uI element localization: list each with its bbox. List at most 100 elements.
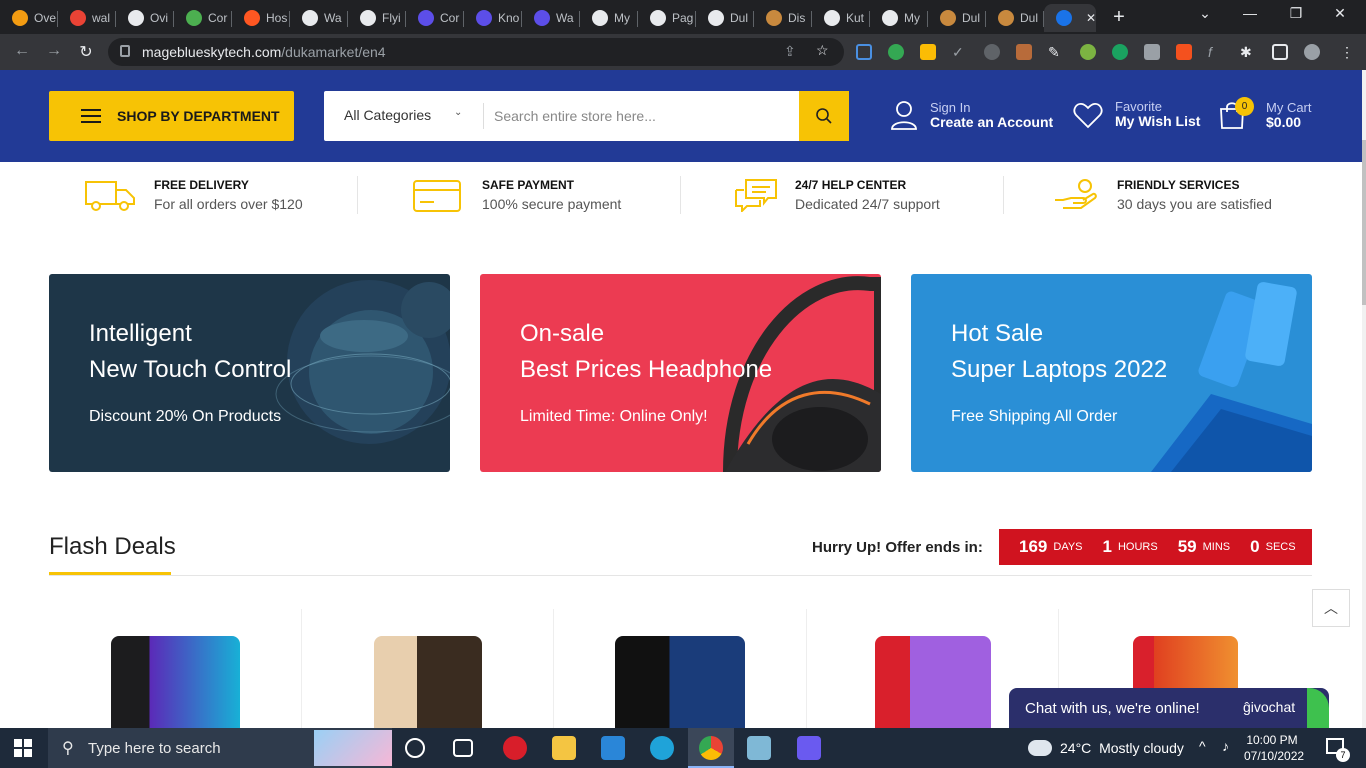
extension-a-icon[interactable]: [1144, 44, 1160, 60]
browser-tab[interactable]: Dul: [696, 4, 754, 32]
close-window-icon[interactable]: ✕: [1330, 5, 1350, 22]
share-icon[interactable]: ⇪: [784, 43, 796, 60]
product-image[interactable]: [615, 636, 745, 728]
banner-headphone[interactable]: On-sale Best Prices Headphone Limited Ti…: [480, 274, 881, 472]
mail-icon[interactable]: [601, 736, 625, 760]
shop-by-department-button[interactable]: SHOP BY DEPARTMENT: [49, 91, 294, 141]
hand-coin-icon: [1055, 179, 1097, 209]
search-button[interactable]: [799, 91, 849, 141]
minimize-icon[interactable]: —: [1240, 5, 1260, 21]
browser-tab-active[interactable]: ✕: [1044, 4, 1096, 32]
banner-touch-control[interactable]: Intelligent New Touch Control Discount 2…: [49, 274, 450, 472]
restore-icon[interactable]: ❐: [1286, 5, 1306, 22]
extension-toggle-icon[interactable]: [888, 44, 904, 60]
category-select[interactable]: All Categories: [344, 107, 431, 123]
temperature: 24°C: [1060, 740, 1092, 756]
wish-list-link[interactable]: Favorite My Wish List: [1073, 100, 1200, 129]
opera-icon[interactable]: [503, 736, 527, 760]
countdown-hours: 1: [1102, 537, 1112, 556]
extension-edit-icon[interactable]: [856, 44, 872, 60]
cortana-icon[interactable]: [405, 738, 425, 758]
tab-label: wal: [92, 11, 111, 25]
extensions-puzzle-icon[interactable]: ✱: [1240, 44, 1256, 60]
vpn-icon[interactable]: [797, 736, 821, 760]
sign-in-link[interactable]: Sign In Create an Account: [890, 100, 1053, 130]
scroll-to-top-button[interactable]: ︿: [1312, 589, 1350, 627]
extension-bike-icon[interactable]: [1080, 44, 1096, 60]
extension-function-icon[interactable]: f: [1208, 44, 1224, 60]
browser-tab[interactable]: Ove: [0, 4, 58, 32]
profile-avatar-icon[interactable]: [1304, 44, 1320, 60]
truck-icon: [85, 181, 135, 211]
time: 10:00 PM: [1246, 733, 1298, 747]
divider: [806, 609, 807, 729]
browser-tab[interactable]: Hos: [232, 4, 290, 32]
cart-count-badge: 0: [1235, 97, 1254, 116]
search-input[interactable]: [494, 101, 794, 131]
browser-tab[interactable]: Wa: [290, 4, 348, 32]
cart-total: $0.00: [1266, 113, 1302, 130]
address-bar[interactable]: mageblueskytech.com/dukamarket/en4 ⇪ ☆: [108, 38, 844, 66]
live-chat-widget[interactable]: Chat with us, we're online! ĝivochat: [1009, 688, 1329, 728]
weather-widget[interactable]: 24°C Mostly cloudy: [1028, 728, 1184, 768]
back-arrow-icon[interactable]: ←: [12, 42, 32, 60]
tab-label: My: [904, 11, 920, 25]
browser-tab[interactable]: My: [580, 4, 638, 32]
close-tab-icon[interactable]: ✕: [1086, 11, 1096, 25]
browser-tab[interactable]: Kno: [464, 4, 522, 32]
file-explorer-icon[interactable]: [552, 736, 576, 760]
product-image[interactable]: [875, 636, 991, 728]
scrollbar-thumb[interactable]: [1362, 140, 1366, 305]
task-view-icon[interactable]: [453, 739, 473, 757]
browser-tab[interactable]: Ovi: [116, 4, 174, 32]
extension-mouse-icon[interactable]: [984, 44, 1000, 60]
service-title: SAFE PAYMENT: [482, 178, 575, 192]
browser-tab[interactable]: Wa: [522, 4, 580, 32]
product-image[interactable]: [111, 636, 240, 728]
service-desc: 100% secure payment: [482, 196, 622, 212]
chevron-down-icon[interactable]: ⌄: [454, 107, 462, 118]
side-panel-icon[interactable]: [1272, 44, 1288, 60]
browser-tab[interactable]: Dul: [928, 4, 986, 32]
extension-pen-icon[interactable]: ✎: [1048, 44, 1064, 60]
tray-chevron-icon[interactable]: ^: [1199, 738, 1206, 754]
browser-menu-icon[interactable]: ⋮: [1340, 44, 1356, 60]
browser-tab[interactable]: wal: [58, 4, 116, 32]
tab-favicon-icon: [302, 10, 318, 26]
banner-line1: Intelligent: [89, 320, 192, 347]
page-scrollbar[interactable]: [1362, 70, 1366, 728]
browser-tab[interactable]: Pag: [638, 4, 696, 32]
service-title: 24/7 HELP CENTER: [795, 178, 907, 192]
taskbar-search-box[interactable]: ⚲ Type here to search: [48, 728, 392, 768]
extension-k-icon[interactable]: [1112, 44, 1128, 60]
clock[interactable]: 10:00 PM 07/10/2022: [1244, 732, 1304, 764]
extension-check-icon[interactable]: ✓: [952, 44, 968, 60]
speaker-volume-icon[interactable]: ♪: [1222, 738, 1229, 754]
cart-link[interactable]: My Cart $0.00: [1218, 100, 1312, 130]
app-icon[interactable]: [747, 736, 771, 760]
chrome-taskbar-button[interactable]: [688, 728, 734, 768]
cloud-icon: [1028, 740, 1052, 756]
create-account-label: Create an Account: [930, 113, 1054, 130]
browser-tab[interactable]: Dis: [754, 4, 812, 32]
banner-laptops[interactable]: Hot Sale Super Laptops 2022 Free Shippin…: [911, 274, 1312, 472]
chat-bubbles-icon: [735, 179, 777, 212]
product-image[interactable]: [374, 636, 482, 728]
windows-start-icon[interactable]: [14, 739, 32, 757]
extension-colorful-icon[interactable]: [920, 44, 936, 60]
browser-tab[interactable]: Dul: [986, 4, 1044, 32]
tab-search-chevron-icon[interactable]: ⌄: [1195, 5, 1215, 22]
bookmark-star-icon[interactable]: ☆: [816, 42, 829, 59]
edge-icon[interactable]: [650, 736, 674, 760]
new-tab-button[interactable]: +: [1108, 6, 1130, 29]
extension-off-icon[interactable]: [1016, 44, 1032, 60]
browser-tab[interactable]: My: [870, 4, 928, 32]
browser-tab[interactable]: Cor: [174, 4, 232, 32]
browser-toolbar: ← → ↻ mageblueskytech.com/dukamarket/en4…: [0, 34, 1366, 70]
browser-tab[interactable]: Kut: [812, 4, 870, 32]
extension-percent-icon[interactable]: [1176, 44, 1192, 60]
reload-icon[interactable]: ↻: [76, 42, 96, 62]
forward-arrow-icon[interactable]: →: [44, 42, 64, 60]
browser-tab[interactable]: Cor: [406, 4, 464, 32]
browser-tab[interactable]: Flyi: [348, 4, 406, 32]
